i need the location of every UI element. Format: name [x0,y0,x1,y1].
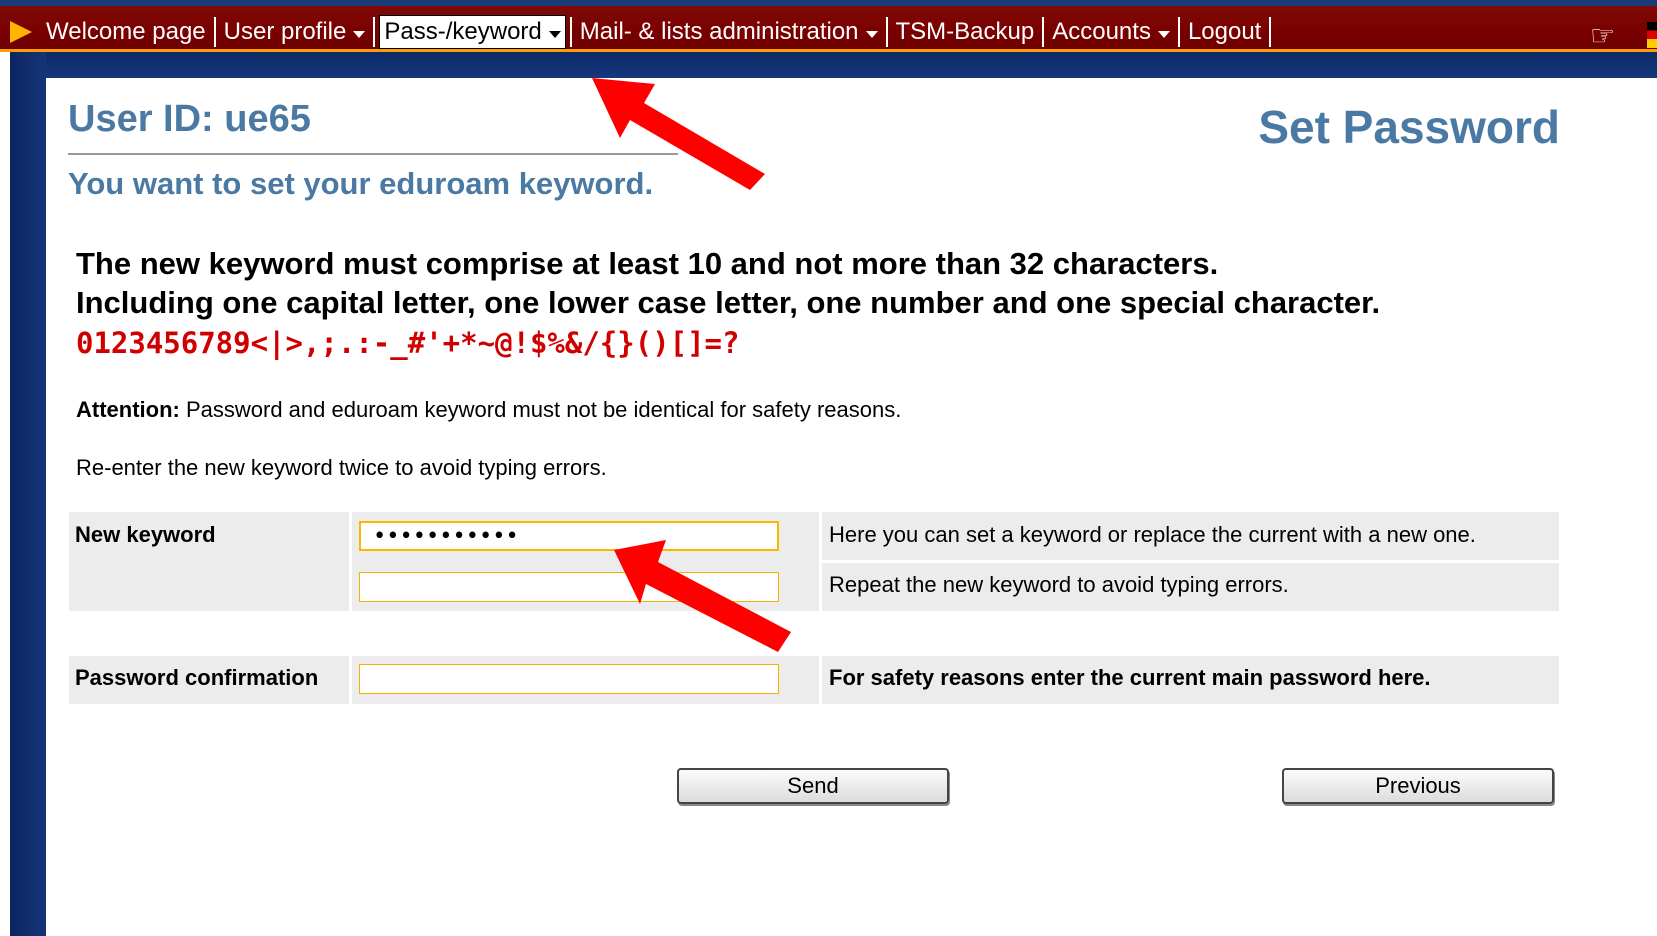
chevron-down-icon [548,30,561,38]
nav-item-label: TSM-Backup [895,18,1035,45]
content-panel [46,78,1657,936]
top-navigation-bar: Welcome page User profile Pass-/keyword … [0,0,1657,52]
nav-item-tsm-backup[interactable]: TSM-Backup [888,16,1043,48]
keyword-length-requirement: The new keyword must comprise at least 1… [76,246,1219,281]
previous-button[interactable]: Previous [1282,768,1554,804]
pointing-hand-icon[interactable]: ☞ [1590,19,1615,52]
play-icon [10,21,32,43]
new-keyword-label: New keyword [75,522,216,547]
user-id-heading: User ID: ue65 [68,98,311,140]
chevron-down-icon [865,30,878,38]
allowed-special-characters: 0123456789<|>,;.:-_#'+*~@!$%&/{}()[]=? [76,326,740,360]
left-sidebar-band [10,52,46,936]
nav-item-label: Accounts [1052,18,1151,45]
attention-text: Password and eduroam keyword must not be… [179,397,902,422]
page-subtitle: You want to set your eduroam keyword. [68,166,654,201]
page-title: Set Password [1258,101,1560,153]
left-margin [0,52,10,936]
nav-item-label: Welcome page [46,18,206,45]
nav-item-mail-lists[interactable]: Mail- & lists administration [572,16,886,48]
nav-item-accounts[interactable]: Accounts [1044,16,1178,48]
nav-item-logout[interactable]: Logout [1180,16,1269,48]
password-confirmation-label: Password confirmation [75,665,319,690]
nav-item-label: Logout [1187,18,1262,45]
main-menu: Welcome page User profile Pass-/keyword … [38,15,1272,49]
nav-separator [373,17,376,47]
nav-item-user-profile[interactable]: User profile [216,16,374,48]
annotation-arrow-icon [592,78,765,190]
nav-item-pass-keyword[interactable]: Pass-/keyword [379,15,566,49]
keyword-complexity-requirement: Including one capital letter, one lower … [76,285,1381,320]
new-keyword-hint: Here you can set a keyword or replace th… [829,522,1476,547]
flag-icon[interactable] [1647,22,1657,48]
nav-item-label: Mail- & lists administration [579,18,859,45]
attention-note: Attention: Password and eduroam keyword … [76,397,901,423]
header-band [0,52,1657,78]
nav-item-label: User profile [223,18,347,45]
chevron-down-icon [1157,30,1170,38]
nav-item-welcome-page[interactable]: Welcome page [38,16,214,48]
chevron-down-icon [353,30,366,38]
attention-label: Attention: [76,397,180,422]
password-confirmation-hint: For safety reasons enter the current mai… [829,665,1431,690]
nav-separator [1269,17,1272,47]
repeat-keyword-hint: Repeat the new keyword to avoid typing e… [829,572,1289,597]
reenter-note: Re-enter the new keyword twice to avoid … [76,455,607,480]
password-confirmation-input[interactable] [359,664,779,694]
nav-item-label: Pass-/keyword [384,18,542,45]
annotation-arrow-icon [614,540,791,652]
send-button[interactable]: Send [677,768,949,804]
